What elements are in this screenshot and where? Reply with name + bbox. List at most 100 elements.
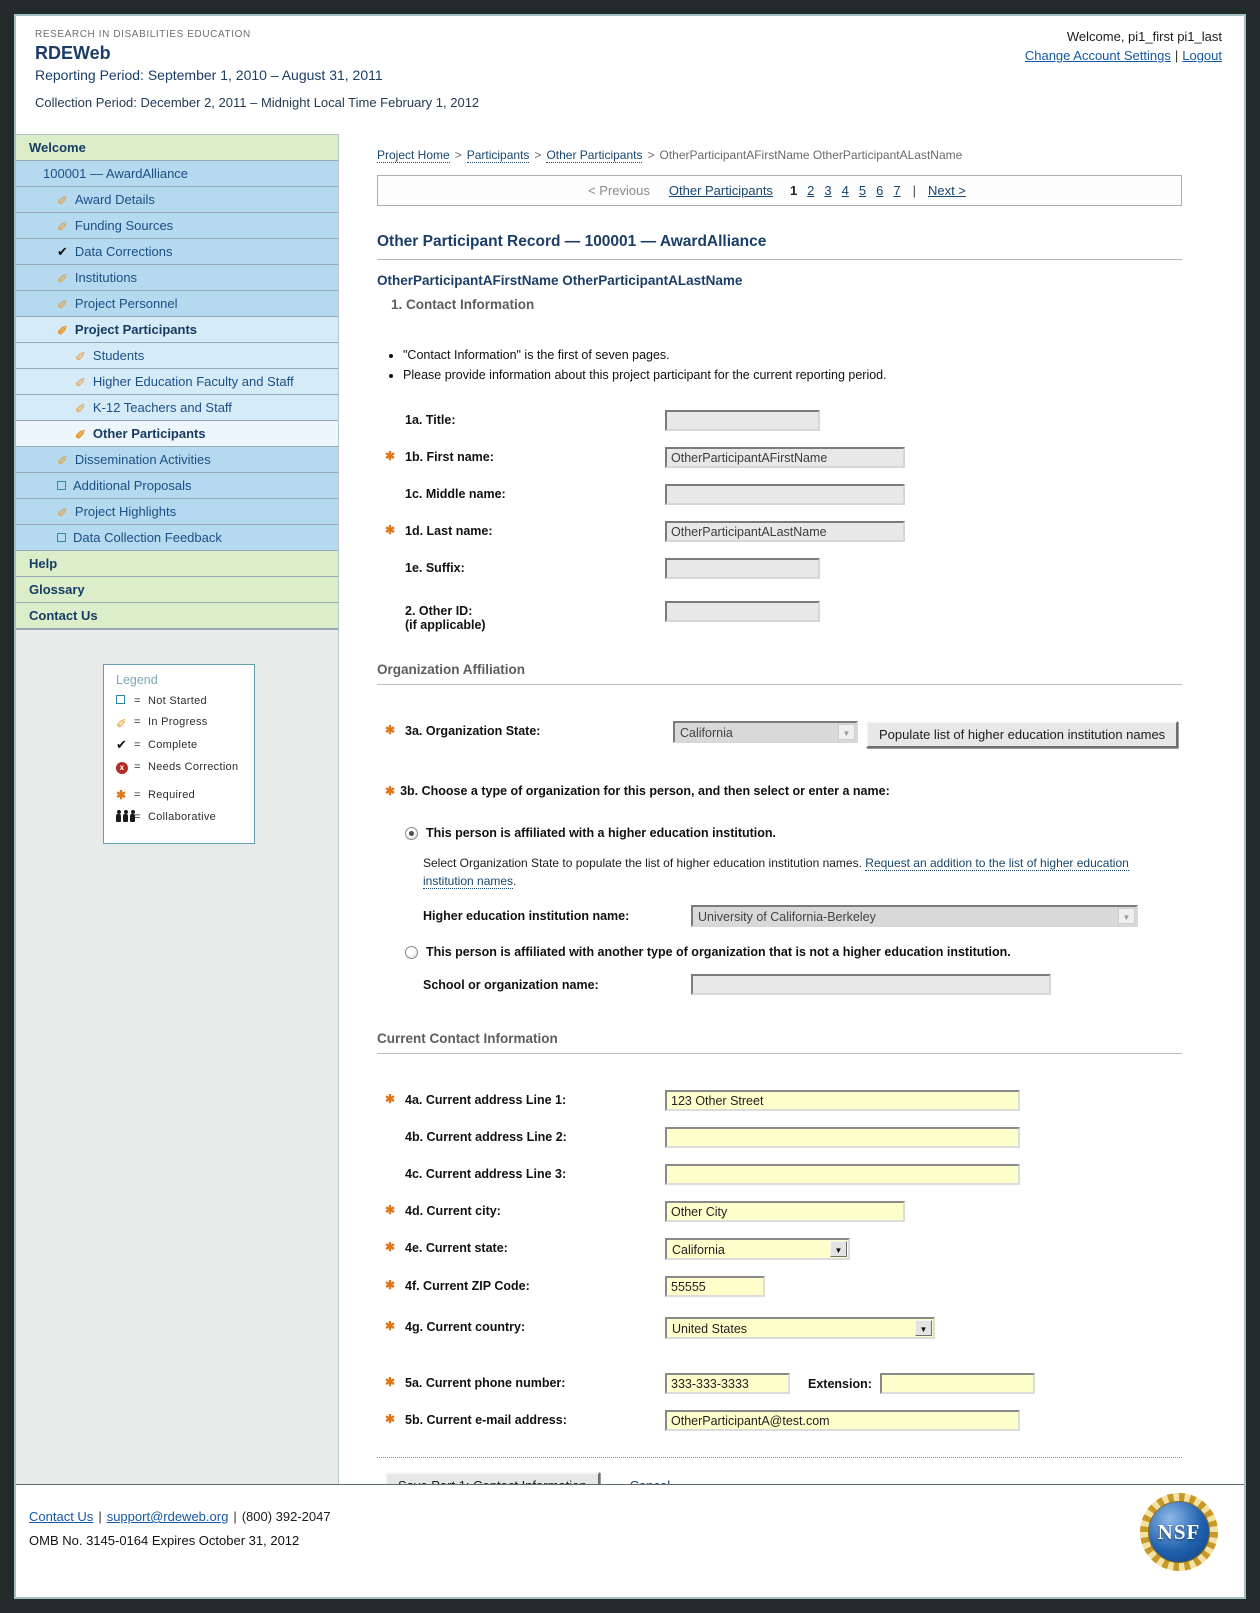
chevron-down-icon: ▼ xyxy=(838,724,855,741)
state-select[interactable]: California ▼ xyxy=(665,1238,850,1261)
sidebar-item-project-personnel[interactable]: Project Personnel xyxy=(16,291,338,317)
change-account-settings-link[interactable]: Change Account Settings xyxy=(1025,48,1171,63)
not-started-icon xyxy=(57,533,66,542)
field-row-middle-name: 1c. Middle name: xyxy=(377,484,1182,506)
pager-page-7[interactable]: 7 xyxy=(893,183,900,198)
address-line3-input[interactable] xyxy=(665,1164,1020,1186)
breadcrumb-participants[interactable]: Participants xyxy=(466,148,530,163)
sidebar-item-students[interactable]: Students xyxy=(16,343,338,369)
people-icon xyxy=(116,809,135,822)
sidebar-item-other-participants[interactable]: Other Participants xyxy=(16,421,338,447)
footer: Contact Us | support@rdeweb.org | (800) 392-… xyxy=(16,1484,1244,1597)
email-input[interactable] xyxy=(665,1410,1020,1432)
header: RESEARCH IN DISABILITIES EDUCATION RDEWe… xyxy=(16,16,1244,134)
sidebar-item-institutions[interactable]: Institutions xyxy=(16,265,338,291)
pager-page-4[interactable]: 4 xyxy=(842,183,849,198)
city-input[interactable] xyxy=(665,1201,905,1223)
field-label-other-id-note: (if applicable) xyxy=(405,618,486,633)
section-1-heading: 1. Contact Information xyxy=(391,297,535,312)
pager-page-6[interactable]: 6 xyxy=(876,183,883,198)
footer-support-email-link[interactable]: support@rdeweb.org xyxy=(107,1509,229,1524)
logout-link[interactable]: Logout xyxy=(1182,48,1222,63)
school-name-input[interactable] xyxy=(691,974,1051,996)
suffix-input[interactable] xyxy=(665,558,820,580)
not-started-icon xyxy=(116,695,125,704)
sidebar-item-glossary[interactable]: Glossary xyxy=(16,577,338,603)
title-input[interactable] xyxy=(665,410,820,432)
country-select[interactable]: United States ▼ xyxy=(665,1317,935,1340)
sidebar-item-project-highlights[interactable]: Project Highlights xyxy=(16,499,338,525)
legend-item-not-started: = Not Started xyxy=(116,695,244,707)
legend-item-complete: = Complete xyxy=(116,737,244,753)
required-asterisk-icon xyxy=(385,1240,395,1254)
required-asterisk-icon xyxy=(385,1203,395,1217)
nsf-globe-icon: NSF xyxy=(1148,1501,1210,1563)
pencil-icon xyxy=(57,265,68,290)
state-selected-value: California xyxy=(672,1243,725,1258)
field-label-middle-name: 1c. Middle name: xyxy=(405,487,506,502)
pager-page-3[interactable]: 3 xyxy=(824,183,831,198)
main-content: Project Home > Participants > Other Particip… xyxy=(339,134,1244,1500)
sidebar-item-award-100001[interactable]: 100001 — AwardAlliance xyxy=(16,161,338,187)
pencil-icon xyxy=(75,395,86,420)
institution-name-select[interactable]: University of California-Berkeley ▼ xyxy=(691,905,1138,928)
address-line1-input[interactable] xyxy=(665,1090,1020,1112)
field-row-first-name: 1b. First name: xyxy=(377,447,1182,469)
sidebar-item-k12-teachers-staff[interactable]: K-12 Teachers and Staff xyxy=(16,395,338,421)
field-row-address1: 4a. Current address Line 1: xyxy=(377,1090,1182,1112)
middle-name-input[interactable] xyxy=(665,484,905,506)
other-org-radio-label: This person is affiliated with another t… xyxy=(426,945,1011,960)
required-asterisk-icon xyxy=(385,1375,395,1389)
sidebar-item-additional-proposals[interactable]: Additional Proposals xyxy=(16,473,338,499)
pager-current-page: 1 xyxy=(789,183,798,198)
sidebar-item-welcome[interactable]: Welcome xyxy=(16,135,338,161)
sidebar-item-data-collection-feedback[interactable]: Data Collection Feedback xyxy=(16,525,338,551)
header-user-area: Welcome, pi1_first pi1_last Change Accou… xyxy=(1025,29,1222,63)
sidebar-item-help[interactable]: Help xyxy=(16,551,338,577)
sidebar-item-contact-us[interactable]: Contact Us xyxy=(16,603,338,629)
org-state-select[interactable]: California ▼ xyxy=(673,721,858,744)
footer-contact-us-link[interactable]: Contact Us xyxy=(29,1509,93,1524)
pager-page-2[interactable]: 2 xyxy=(807,183,814,198)
pager-previous: < Previous xyxy=(588,183,650,198)
first-name-input[interactable] xyxy=(665,447,905,469)
field-label-zip: 4f. Current ZIP Code: xyxy=(405,1279,530,1294)
sidebar-item-project-participants[interactable]: Project Participants xyxy=(16,317,338,343)
current-contact-heading: Current Contact Information xyxy=(377,1031,1182,1055)
reporting-period: Reporting Period: September 1, 2010 – Au… xyxy=(35,67,383,83)
field-row-city: 4d. Current city: xyxy=(377,1201,1182,1223)
other-id-input[interactable] xyxy=(665,601,820,623)
field-label-address3: 4c. Current address Line 3: xyxy=(405,1167,567,1182)
extension-input[interactable] xyxy=(879,1373,1035,1395)
last-name-input[interactable] xyxy=(665,521,905,543)
pager-page-5[interactable]: 5 xyxy=(859,183,866,198)
pencil-icon xyxy=(57,447,68,472)
required-asterisk-icon xyxy=(385,1319,395,1333)
pencil-icon xyxy=(57,187,68,212)
field-label-institution-name: Higher education institution name: xyxy=(423,909,630,924)
pager-group-link[interactable]: Other Participants xyxy=(669,183,773,198)
pencil-icon xyxy=(75,343,86,368)
breadcrumb-other-participants[interactable]: Other Participants xyxy=(546,148,643,163)
sidebar-item-dissemination-activities[interactable]: Dissemination Activities xyxy=(16,447,338,473)
other-org-radio[interactable] xyxy=(405,945,418,959)
higher-ed-radio[interactable] xyxy=(405,826,418,840)
field-row-other-id: 2. Other ID: (if applicable) xyxy=(377,601,1182,632)
zip-input[interactable] xyxy=(665,1276,765,1298)
sidebar: Welcome 100001 — AwardAlliance Award Det… xyxy=(16,134,339,1484)
field-label-suffix: 1e. Suffix: xyxy=(405,561,465,576)
populate-institutions-button[interactable]: Populate list of higher education instit… xyxy=(866,721,1179,749)
sidebar-item-funding-sources[interactable]: Funding Sources xyxy=(16,213,338,239)
field-label-phone: 5a. Current phone number: xyxy=(405,1376,566,1391)
field-label-city: 4d. Current city: xyxy=(405,1204,501,1219)
required-asterisk-icon xyxy=(385,449,395,463)
sidebar-item-award-details[interactable]: Award Details xyxy=(16,187,338,213)
phone-input[interactable] xyxy=(665,1373,790,1395)
pencil-icon xyxy=(75,369,86,394)
sidebar-item-higher-ed-faculty-staff[interactable]: Higher Education Faculty and Staff xyxy=(16,369,338,395)
sidebar-item-data-corrections[interactable]: Data Corrections xyxy=(16,239,338,265)
pager-next[interactable]: Next > xyxy=(928,183,966,198)
breadcrumb-project-home[interactable]: Project Home xyxy=(377,148,450,163)
address-line2-input[interactable] xyxy=(665,1127,1020,1149)
field-row-address2: 4b. Current address Line 2: xyxy=(377,1127,1182,1149)
